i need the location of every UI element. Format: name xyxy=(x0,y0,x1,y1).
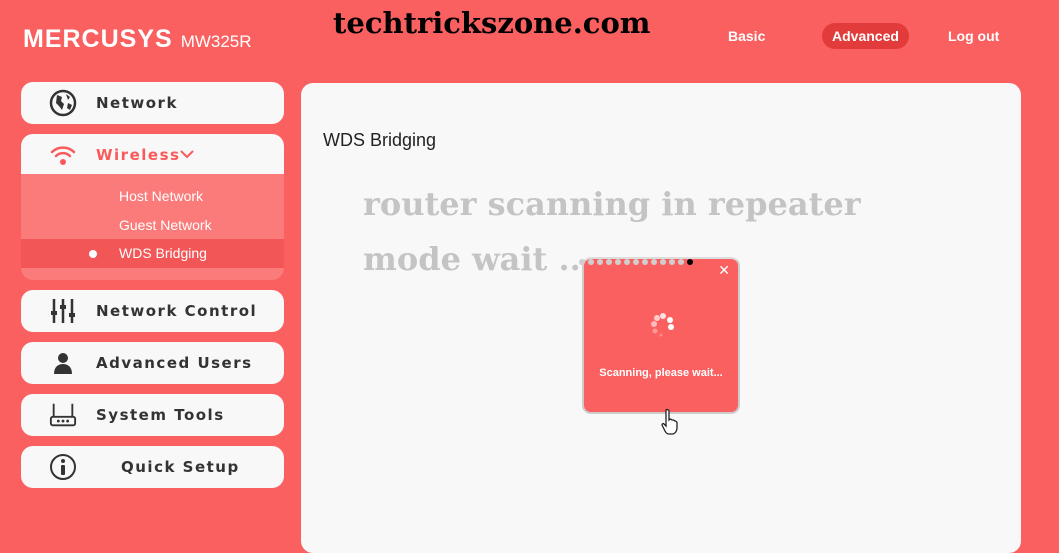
model-name: MW325R xyxy=(180,32,252,51)
sidebar-item-label: Network Control xyxy=(96,302,258,320)
nav-basic[interactable]: Basic xyxy=(718,23,775,49)
close-icon[interactable]: ✕ xyxy=(718,263,730,279)
info-icon xyxy=(49,453,77,481)
wireless-submenu: Host Network Guest Network WDS Bridging xyxy=(21,174,284,280)
wifi-icon xyxy=(49,141,77,169)
page-title: WDS Bridging xyxy=(323,130,437,150)
logo: MERCUSYS MW325R xyxy=(23,25,252,54)
sidebar-item-label: Network xyxy=(96,94,178,112)
chevron-down-icon xyxy=(179,146,195,164)
user-icon xyxy=(49,349,77,377)
sidebar-item-network[interactable]: Network xyxy=(21,82,284,124)
submenu-host-network[interactable]: Host Network xyxy=(119,188,203,204)
sidebar-item-label: Advanced Users xyxy=(96,354,253,372)
globe-icon xyxy=(49,89,77,117)
scanning-dialog: ✕ Scanning, please wait... xyxy=(582,257,740,414)
sidebar-item-label: Wireless xyxy=(96,146,181,164)
submenu-wds-bridging[interactable]: WDS Bridging xyxy=(21,239,284,268)
sidebar-item-wireless[interactable]: Wireless xyxy=(21,134,284,176)
scanning-message: Scanning, please wait... xyxy=(599,367,723,379)
sidebar-item-quick-setup[interactable]: Quick Setup xyxy=(21,446,284,488)
brand-name: MERCUSYS xyxy=(23,25,173,53)
progress-dots xyxy=(579,259,693,265)
submenu-guest-network[interactable]: Guest Network xyxy=(119,217,212,233)
overlay-line: router scanning in repeater xyxy=(363,185,861,223)
sidebar-item-advanced-users[interactable]: Advanced Users xyxy=(21,342,284,384)
watermark: techtrickszone.com xyxy=(333,6,651,40)
submenu-label: WDS Bridging xyxy=(119,245,207,261)
spinner-icon xyxy=(651,313,674,337)
router-icon xyxy=(49,401,77,429)
sidebar-item-label: System Tools xyxy=(96,406,225,424)
hand-cursor-icon xyxy=(661,408,678,435)
active-dot-icon xyxy=(89,250,97,258)
sidebar-item-label: Quick Setup xyxy=(121,458,240,476)
sidebar-item-network-control[interactable]: Network Control xyxy=(21,290,284,332)
sidebar-item-system-tools[interactable]: System Tools xyxy=(21,394,284,436)
nav-logout[interactable]: Log out xyxy=(938,23,1009,49)
nav-advanced[interactable]: Advanced xyxy=(822,23,909,49)
sliders-icon xyxy=(49,297,77,325)
